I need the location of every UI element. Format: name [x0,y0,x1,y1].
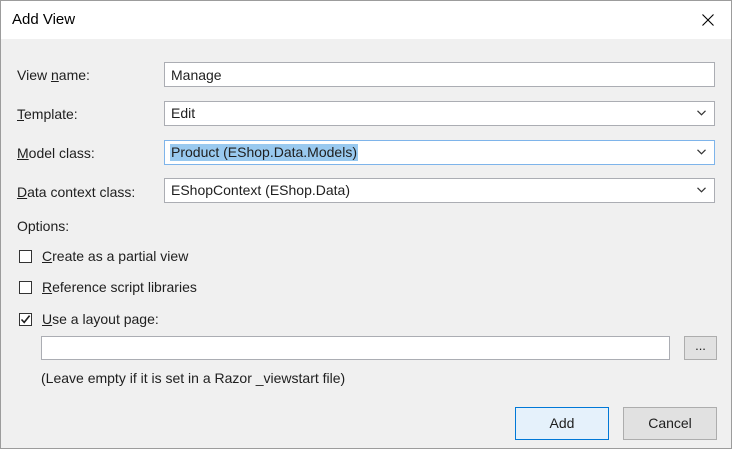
title-bar: Add View [1,1,731,39]
partial-view-label: Create as a partial view [42,248,189,264]
data-context-class-value: EShopContext (EShop.Data) [171,182,350,198]
close-button[interactable] [685,1,731,39]
script-libraries-label: Reference script libraries [42,279,197,295]
chevron-down-icon [697,187,706,193]
template-label: Template: [17,106,78,122]
data-context-class-label: Data context class: [17,184,136,200]
browse-button[interactable]: ... [684,336,717,360]
layout-page-label: Use a layout page: [42,311,159,327]
model-class-value: Product (EShop.Data.Models) [170,144,358,161]
dialog-title: Add View [12,11,76,28]
model-class-label: Model class: [17,145,95,161]
view-name-input[interactable] [164,62,715,87]
layout-page-checkbox-box[interactable] [19,313,32,326]
view-name-label: View name: [17,67,90,83]
model-class-dropdown[interactable]: Product (EShop.Data.Models) [164,140,715,165]
add-button[interactable]: Add [515,407,609,440]
chevron-down-icon [697,110,706,116]
checkmark-icon [20,315,31,324]
template-value: Edit [171,105,196,121]
cancel-button[interactable]: Cancel [623,407,717,440]
script-libraries-checkbox-box[interactable] [19,281,32,294]
partial-view-checkbox-box[interactable] [19,250,32,263]
add-view-dialog: Add View View name: Template: Edit Model… [0,0,732,449]
layout-page-path-input[interactable] [41,336,670,360]
data-context-class-dropdown[interactable]: EShopContext (EShop.Data) [164,178,715,203]
chevron-down-icon [697,149,706,155]
layout-hint-text: (Leave empty if it is set in a Razor _vi… [41,370,346,386]
close-icon [702,14,714,26]
options-label: Options: [17,218,70,234]
template-dropdown[interactable]: Edit [164,101,715,126]
